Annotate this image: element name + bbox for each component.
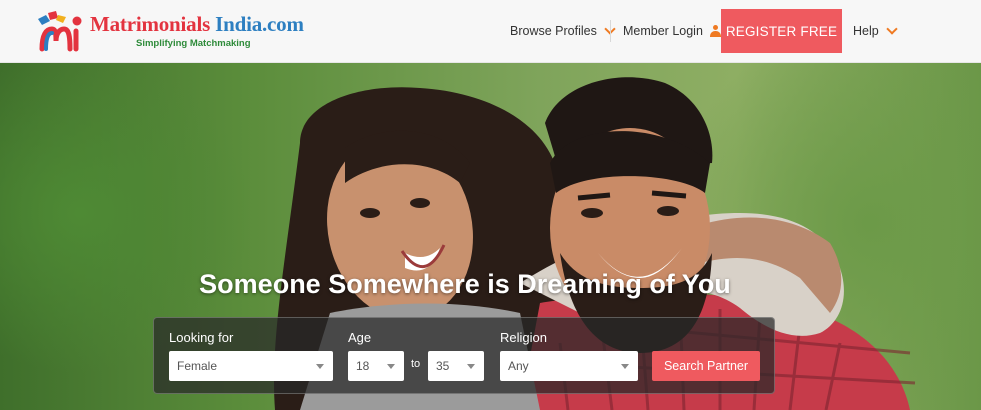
- site-logo[interactable]: Matrimonials India.com Simplifying Match…: [36, 9, 304, 53]
- age-to-value: 35: [436, 359, 450, 373]
- age-from-value: 18: [356, 359, 370, 373]
- nav-help[interactable]: Help: [853, 9, 898, 53]
- caret-down-icon: [316, 364, 324, 369]
- brand-name: Matrimonials India.com: [90, 12, 304, 37]
- user-icon: [709, 25, 721, 37]
- logo-mark-icon: [38, 11, 82, 52]
- caret-down-icon: [467, 364, 475, 369]
- partner-search-form: Looking for Female Age 18 to 35 Religion…: [153, 317, 775, 394]
- brand-name-part2: India.com: [210, 12, 304, 36]
- caret-down-icon: [621, 364, 629, 369]
- nav-help-label: Help: [853, 24, 879, 38]
- age-label: Age: [348, 330, 372, 345]
- nav-member-login-label: Member Login: [623, 24, 703, 38]
- hero-banner: Someone Somewhere is Dreaming of You Loo…: [0, 63, 981, 410]
- chevron-down-icon: [886, 23, 898, 35]
- register-free-button[interactable]: REGISTER FREE: [721, 9, 842, 53]
- looking-for-select[interactable]: Female: [169, 351, 333, 381]
- nav-browse-profiles-label: Browse Profiles: [510, 24, 597, 38]
- looking-for-label: Looking for: [169, 330, 234, 345]
- religion-label: Religion: [500, 330, 547, 345]
- age-to-label: to: [411, 358, 421, 370]
- nav-browse-profiles[interactable]: Browse Profiles: [510, 9, 616, 53]
- nav-divider: [610, 20, 611, 42]
- brand-name-part1: Matrimonials: [90, 12, 211, 36]
- age-to-select[interactable]: 35: [428, 351, 484, 381]
- site-header: Matrimonials India.com Simplifying Match…: [0, 0, 981, 63]
- brand-tagline: Simplifying Matchmaking: [136, 38, 251, 49]
- caret-down-icon: [387, 364, 395, 369]
- age-from-select[interactable]: 18: [348, 351, 404, 381]
- search-partner-button[interactable]: Search Partner: [652, 351, 760, 381]
- looking-for-value: Female: [177, 359, 218, 373]
- religion-select[interactable]: Any: [500, 351, 638, 381]
- hero-headline: Someone Somewhere is Dreaming of You: [199, 269, 731, 299]
- nav-member-login[interactable]: Member Login: [623, 9, 721, 53]
- religion-value: Any: [508, 359, 529, 373]
